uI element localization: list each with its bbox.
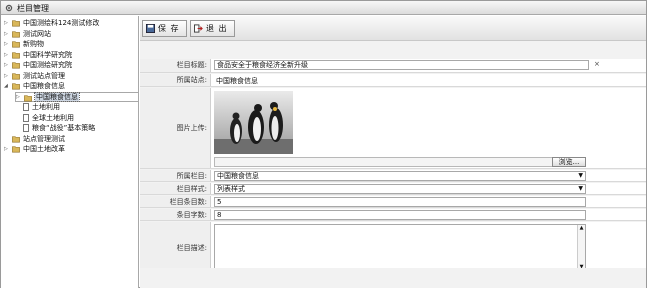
style-select[interactable]: 列表样式 ▼	[214, 184, 586, 194]
folder-icon	[24, 94, 32, 101]
folder-icon	[12, 20, 20, 27]
site-label: 所属站点:	[140, 74, 211, 86]
image-label: 图片上传:	[140, 88, 211, 168]
collapse-arrow-icon[interactable]: ◢	[4, 81, 11, 91]
expand-arrow-icon[interactable]: ▷	[4, 50, 11, 60]
tree-node-label: 粮食“战役”基本策略	[32, 124, 96, 132]
main-panel: 保 存 退 出 栏目标题: 食品安全于粮食经济全新升级 × 所属站点: 中国粮食…	[140, 16, 646, 288]
count-row: 栏目条目数: 5	[140, 196, 646, 208]
tree-node-label: 中国粮食信息	[34, 91, 80, 102]
tree-node-label: 站点管理测试	[23, 134, 65, 143]
chars-row: 条目字数: 8	[140, 209, 646, 221]
chevron-down-icon: ▼	[578, 172, 583, 179]
title-bar: 栏目管理	[1, 1, 646, 15]
expand-arrow-icon[interactable]: ▷	[4, 144, 11, 154]
exit-label: 退 出	[206, 24, 228, 33]
chars-label: 条目字数:	[140, 209, 211, 220]
site-row: 所属站点: 中国粮食信息	[140, 74, 646, 87]
tree-node-label: 土地利用	[32, 103, 60, 111]
folder-icon	[12, 62, 20, 69]
expand-arrow-icon[interactable]: ▷	[4, 18, 11, 28]
document-icon	[23, 113, 29, 122]
clear-title-icon[interactable]: ×	[594, 60, 600, 68]
style-select-value: 列表样式	[217, 185, 245, 193]
style-row: 栏目样式: 列表样式 ▼	[140, 183, 646, 195]
tree-node-label: 中国粮食信息	[23, 82, 65, 90]
tree-node-label: 中国测绘科124测试修改	[23, 19, 100, 27]
document-icon	[23, 124, 29, 132]
expand-arrow-icon[interactable]: ▷	[4, 39, 11, 49]
expand-arrow-icon[interactable]: ▷	[4, 71, 11, 81]
expand-arrow-icon[interactable]: ▷	[4, 60, 11, 70]
count-label: 栏目条目数:	[140, 196, 211, 207]
save-button[interactable]: 保 存	[142, 20, 187, 37]
desc-scrollbar[interactable]: ▲ ▼	[577, 225, 585, 270]
tree-node-label: 测试站点管理	[23, 71, 65, 80]
column-select[interactable]: 中国粮食信息 ▼	[214, 171, 586, 181]
tree-node-label: 中国科学研究院	[23, 50, 72, 59]
desc-label: 栏目描述:	[140, 222, 211, 273]
gear-icon	[5, 4, 13, 12]
bottom-spacer	[140, 268, 646, 288]
expand-arrow-icon[interactable]: ▷	[16, 93, 23, 101]
tree-node-label: 中国测绘研究院	[23, 61, 72, 69]
folder-icon	[12, 30, 20, 37]
chevron-down-icon: ▼	[578, 185, 583, 192]
expand-arrow-icon[interactable]: ▷	[4, 29, 11, 39]
penguins-image	[214, 91, 293, 154]
column-management-window: 栏目管理 ▷ 中国测绘科124测试修改 ▷ 测试网站 ▷ 新购物 ▷ 中国科学研究院 ▷ 中国测绘…	[0, 0, 647, 288]
tree-node[interactable]: ▷ 中国粮食信息	[15, 91, 138, 102]
chars-input[interactable]: 8	[214, 210, 586, 220]
folder-icon	[12, 51, 20, 58]
tree-node-label: 中国土地改革	[23, 145, 65, 153]
floppy-disk-icon	[146, 24, 155, 33]
scroll-up-icon[interactable]: ▲	[578, 225, 585, 231]
folder-icon	[12, 83, 20, 90]
column-row: 所属栏目: 中国粮食信息 ▼	[140, 170, 646, 182]
title-input[interactable]: 食品安全于粮食经济全新升级	[214, 60, 589, 70]
exit-button[interactable]: 退 出	[190, 20, 235, 37]
tree-node-label: 新购物	[23, 40, 44, 48]
title-row: 栏目标题: 食品安全于粮食经济全新升级 ×	[140, 59, 646, 73]
document-icon	[23, 103, 29, 111]
count-input[interactable]: 5	[214, 197, 586, 207]
toolbar: 保 存 退 出	[140, 16, 646, 41]
file-path-field[interactable]	[214, 157, 586, 167]
image-row: 图片上传: 浏览...	[140, 88, 646, 169]
desc-row: 栏目描述: ▲ ▼	[140, 222, 646, 274]
column-tree[interactable]: ▷ 中国测绘科124测试修改 ▷ 测试网站 ▷ 新购物 ▷ 中国科学研究院 ▷ 中国测绘研究院 ▷ 测…	[1, 16, 139, 288]
desc-textarea[interactable]: ▲ ▼	[214, 224, 586, 271]
tree-node-label: 测试网站	[23, 29, 51, 38]
folder-icon	[12, 135, 20, 142]
folder-icon	[12, 72, 20, 79]
column-select-value: 中国粮食信息	[217, 172, 259, 180]
browse-button[interactable]: 浏览...	[552, 157, 586, 167]
style-label: 栏目样式:	[140, 183, 211, 194]
save-label: 保 存	[158, 24, 180, 33]
folder-icon	[12, 146, 20, 153]
column-label: 所属栏目:	[140, 170, 211, 181]
window-title: 栏目管理	[17, 4, 49, 13]
folder-icon	[12, 41, 20, 48]
title-label: 栏目标题:	[140, 59, 211, 72]
tree-node-label: 全球土地利用	[32, 113, 74, 122]
site-value: 中国粮食信息	[216, 77, 258, 85]
exit-icon	[194, 24, 203, 33]
